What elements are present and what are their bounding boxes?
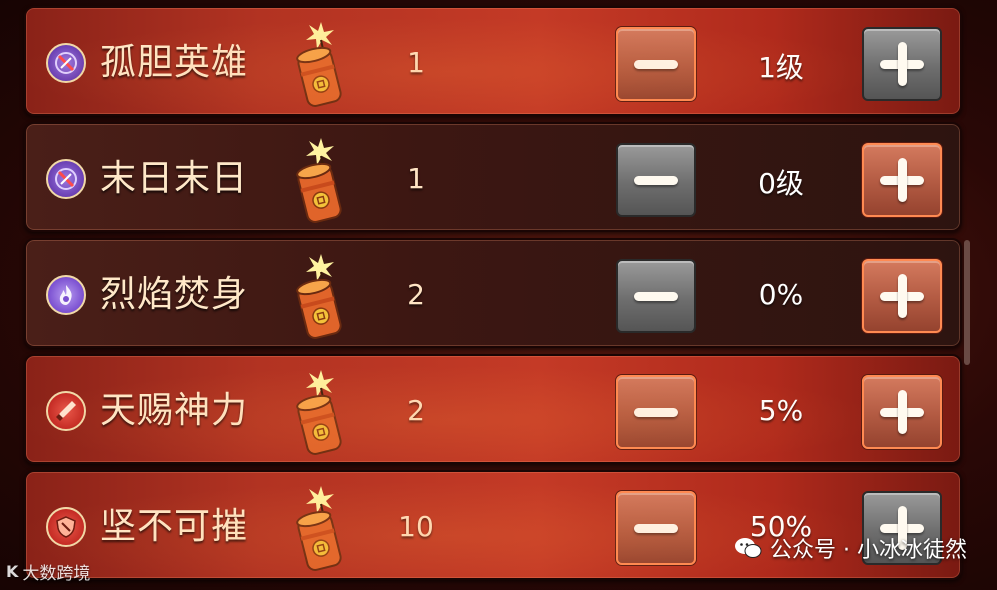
brand-logo-icon: K	[6, 562, 19, 581]
shield-icon	[46, 507, 86, 547]
decrease-button[interactable]	[616, 27, 696, 101]
level-value: 5%	[758, 394, 804, 427]
minus-icon	[634, 59, 678, 69]
firecracker-icon	[296, 22, 342, 107]
crossed-sword-icon	[46, 43, 86, 83]
flame-icon	[46, 275, 86, 315]
firecracker-icon	[296, 254, 342, 339]
minus-icon	[634, 175, 678, 185]
minus-icon	[634, 291, 678, 301]
minus-icon	[634, 523, 678, 533]
sword-icon	[46, 391, 86, 431]
cost-value: 1	[407, 46, 425, 79]
plus-icon	[880, 274, 924, 318]
decrease-button[interactable]	[616, 143, 696, 217]
cost-value: 1	[407, 162, 425, 195]
skill-name: 坚不可摧	[100, 506, 249, 547]
crossed-sword-icon	[46, 159, 86, 199]
decrease-button[interactable]	[616, 259, 696, 333]
level-value: 0%	[758, 278, 804, 311]
skill-row-0: 孤胆英雄 1 1级	[24, 6, 962, 116]
skill-list: 孤胆英雄 1 1级 末日末日 1 0级 烈焰焚身 2 0% 天赐神力 2 5% …	[24, 6, 962, 586]
increase-button[interactable]	[862, 143, 942, 217]
decrease-button[interactable]	[616, 491, 696, 565]
cost-value: 2	[407, 278, 425, 311]
increase-button[interactable]	[862, 259, 942, 333]
watermark-left-text: 大数跨境	[22, 564, 91, 584]
firecracker-icon	[296, 138, 342, 223]
skill-row-3: 天赐神力 2 5%	[24, 354, 962, 464]
skill-name: 末日末日	[100, 158, 249, 199]
increase-button[interactable]	[862, 375, 942, 449]
cost-value: 2	[407, 394, 425, 427]
plus-icon	[880, 390, 924, 434]
scrollbar[interactable]	[964, 240, 970, 365]
cost-value: 10	[398, 510, 434, 543]
firecracker-icon	[296, 370, 342, 455]
skill-row-2: 烈焰焚身 2 0%	[24, 238, 962, 348]
level-value: 0级	[758, 167, 804, 200]
skill-row-1: 末日末日 1 0级	[24, 122, 962, 232]
watermark-right: 公众号 · 小冰冰徒然	[734, 532, 967, 564]
minus-icon	[634, 407, 678, 417]
skill-name: 天赐神力	[100, 390, 249, 431]
watermark-left: K 大数跨境	[6, 559, 90, 584]
firecracker-icon	[296, 486, 342, 571]
watermark-right-text: 公众号 · 小冰冰徒然	[770, 538, 967, 563]
skill-name: 孤胆英雄	[100, 42, 249, 83]
decrease-button[interactable]	[616, 375, 696, 449]
increase-button[interactable]	[862, 27, 942, 101]
level-value: 1级	[758, 51, 804, 84]
plus-icon	[880, 42, 924, 86]
wechat-icon	[735, 538, 762, 558]
skill-name: 烈焰焚身	[100, 274, 249, 315]
plus-icon	[880, 158, 924, 202]
